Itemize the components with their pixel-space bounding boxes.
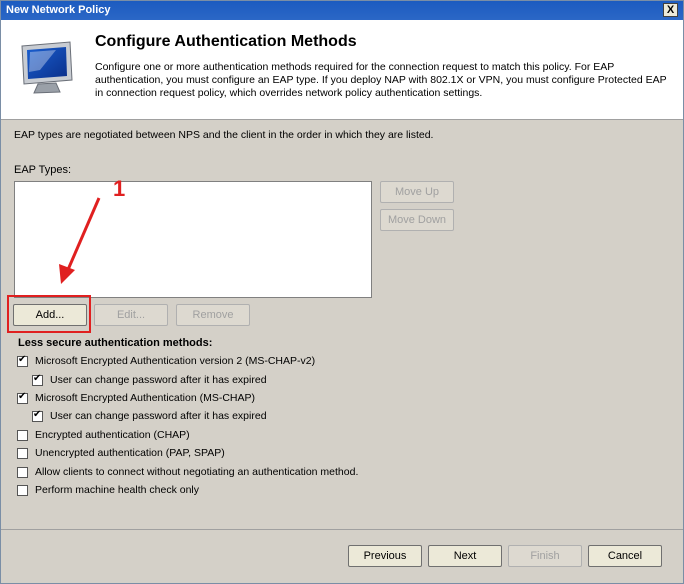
new-network-policy-window: New Network Policy X Configure Authentic… (0, 0, 684, 584)
cancel-button[interactable]: Cancel (588, 545, 662, 567)
annotation-arrow (59, 197, 101, 284)
checkbox-mschapv2-change-password[interactable] (32, 373, 43, 386)
edit-button[interactable]: Edit... (94, 304, 168, 326)
option-mschapv2-change-password[interactable]: User can change password after it has ex… (32, 373, 267, 387)
option-chap[interactable]: Encrypted authentication (CHAP) (17, 428, 190, 442)
close-button[interactable]: X (663, 3, 678, 17)
wizard-content: EAP types are negotiated between NPS and… (1, 120, 683, 583)
option-label: Allow clients to connect without negotia… (35, 466, 359, 478)
checkbox-machine-health-check[interactable] (17, 484, 28, 496)
finish-button[interactable]: Finish (508, 545, 582, 567)
wizard-header: Configure Authentication Methods Configu… (1, 20, 683, 120)
footer-divider (1, 529, 683, 530)
checkbox-mschap-change-password[interactable] (32, 409, 43, 422)
eap-types-label: EAP Types: (14, 164, 72, 176)
option-label: User can change password after it has ex… (50, 374, 267, 386)
eap-info-text: EAP types are negotiated between NPS and… (14, 129, 434, 141)
page-title: Configure Authentication Methods (95, 33, 357, 50)
option-machine-health-check[interactable]: Perform machine health check only (17, 483, 199, 497)
option-label: Encrypted authentication (CHAP) (35, 429, 190, 441)
page-description: Configure one or more authentication met… (95, 61, 667, 99)
less-secure-label: Less secure authentication methods: (18, 337, 213, 349)
option-label: User can change password after it has ex… (50, 410, 267, 422)
option-label: Perform machine health check only (35, 484, 199, 496)
move-up-button[interactable]: Move Up (380, 181, 454, 203)
remove-button[interactable]: Remove (176, 304, 250, 326)
checkbox-no-negotiation[interactable] (17, 466, 28, 478)
next-button[interactable]: Next (428, 545, 502, 567)
move-down-button[interactable]: Move Down (380, 209, 454, 231)
option-label: Microsoft Encrypted Authentication (MS-C… (35, 392, 255, 404)
checkbox-mschap[interactable] (17, 391, 28, 404)
option-no-negotiation[interactable]: Allow clients to connect without negotia… (17, 465, 358, 479)
title-bar: New Network Policy X (1, 1, 683, 20)
computer-monitor-icon (21, 41, 73, 94)
checkbox-chap[interactable] (17, 429, 28, 441)
option-label: Microsoft Encrypted Authentication versi… (35, 355, 316, 367)
window-title: New Network Policy (6, 4, 111, 16)
add-button-highlight (7, 295, 91, 333)
previous-button[interactable]: Previous (348, 545, 422, 567)
option-label: Unencrypted authentication (PAP, SPAP) (35, 447, 225, 459)
option-mschap-change-password[interactable]: User can change password after it has ex… (32, 409, 267, 423)
checkbox-mschapv2[interactable] (17, 354, 28, 367)
option-mschap[interactable]: Microsoft Encrypted Authentication (MS-C… (17, 391, 255, 405)
option-pap-spap[interactable]: Unencrypted authentication (PAP, SPAP) (17, 446, 225, 460)
checkbox-pap-spap[interactable] (17, 447, 28, 459)
option-mschapv2[interactable]: Microsoft Encrypted Authentication versi… (17, 354, 315, 368)
